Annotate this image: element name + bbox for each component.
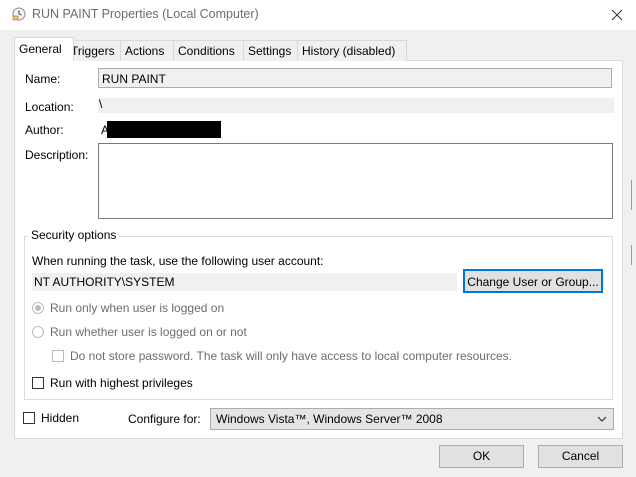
description-label: Description:: [25, 148, 89, 162]
tab-general[interactable]: General: [14, 37, 74, 61]
do-not-store-password-label: Do not store password. The task will onl…: [70, 349, 512, 363]
hidden-checkbox[interactable]: [23, 412, 35, 424]
location-field: [98, 98, 614, 113]
run-whether-label: Run whether user is logged on or not: [50, 325, 247, 339]
do-not-store-password-checkbox[interactable]: [52, 350, 64, 362]
name-field[interactable]: RUN PAINT: [98, 68, 612, 88]
close-icon: [611, 9, 623, 21]
highest-privileges-label: Run with highest privileges: [50, 376, 193, 390]
tab-actions[interactable]: Actions: [120, 40, 180, 61]
cancel-button[interactable]: Cancel: [538, 445, 623, 468]
configure-for-dropdown[interactable]: Windows Vista™, Windows Server™ 2008: [210, 408, 614, 430]
change-user-button[interactable]: Change User or Group...: [463, 269, 603, 293]
window-title: RUN PAINT Properties (Local Computer): [32, 7, 259, 21]
run-logged-on-radio[interactable]: [32, 302, 44, 314]
highest-privileges-checkbox[interactable]: [32, 377, 44, 389]
author-redaction: [107, 121, 221, 138]
location-value: \: [99, 97, 103, 111]
author-label: Author:: [25, 123, 64, 137]
chevron-down-icon: [597, 416, 607, 422]
task-clock-icon: [12, 7, 26, 21]
security-options-legend: Security options: [28, 228, 120, 242]
description-textarea[interactable]: [98, 143, 613, 219]
configure-for-label: Configure for:: [128, 412, 201, 426]
run-logged-on-label: Run only when user is logged on: [50, 301, 225, 315]
hidden-label: Hidden: [41, 411, 80, 425]
tab-triggers[interactable]: Triggers: [66, 40, 127, 61]
tab-settings[interactable]: Settings: [243, 40, 305, 61]
name-label: Name:: [25, 72, 61, 86]
location-label: Location:: [25, 100, 74, 114]
ok-button[interactable]: OK: [439, 445, 524, 468]
tab-conditions[interactable]: Conditions: [173, 40, 251, 61]
run-whether-radio[interactable]: [32, 326, 44, 338]
user-account-field: NT AUTHORITY\SYSTEM: [32, 273, 457, 291]
window-edge-divider: [631, 245, 632, 265]
window-edge-divider: [631, 180, 632, 210]
tab-history[interactable]: History (disabled): [297, 40, 407, 61]
account-prompt: When running the task, use the following…: [32, 254, 324, 268]
close-button[interactable]: [598, 0, 636, 30]
